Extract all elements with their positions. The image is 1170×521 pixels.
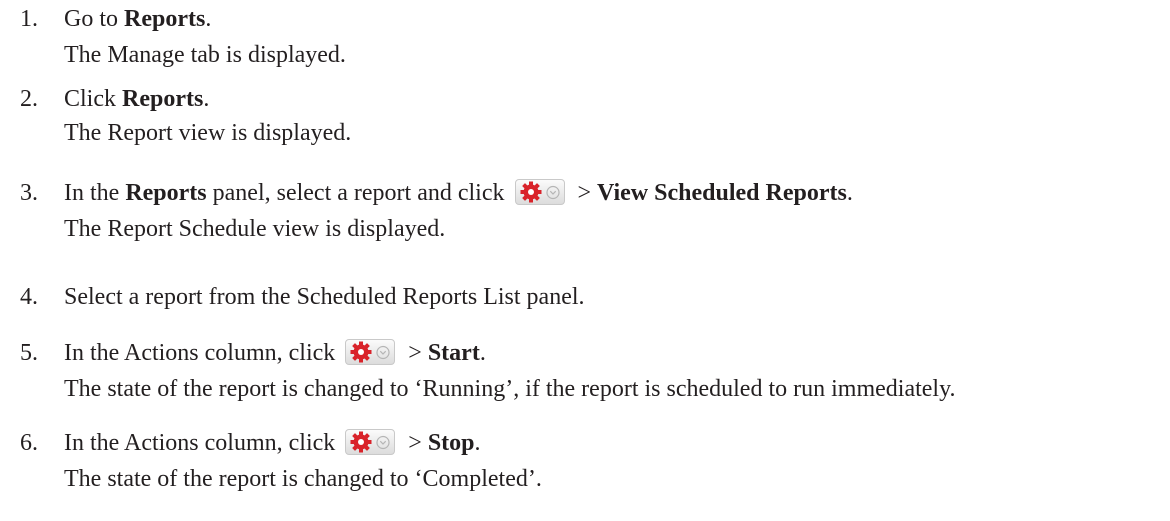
step-number: 4. [20,284,38,310]
step-number: 2. [20,86,38,112]
step-number: 6. [20,430,38,456]
step-2-result: The Report view is displayed. [64,120,352,146]
step-number: 5. [20,340,38,366]
step-6-instruction: 6. In the Actions column, click > Stop. [20,429,481,456]
actions-gear-dropdown-icon [345,339,396,365]
ui-term: Stop [427,430,475,456]
ui-term: View Scheduled Reports [597,180,847,206]
step-3-instruction: 3. In the Reports panel, select a report … [20,179,853,206]
actions-gear-dropdown-icon [345,429,396,455]
procedure-steps: 1. Go to Reports. The Manage tab is displ… [0,0,1170,521]
ui-term: Reports [124,6,206,32]
step-4-instruction: 4. Select a report from the Scheduled Rep… [20,284,585,310]
step-5-instruction: 5. In the Actions column, click > Start. [20,339,486,366]
ui-term: Reports [122,86,204,112]
step-3-result: The Report Schedule view is displayed. [64,216,446,242]
step-2-instruction: 2. Click Reports. [20,86,210,112]
ui-term: Start [427,340,480,366]
ui-term: Reports [125,180,207,206]
actions-gear-dropdown-icon [514,179,565,205]
step-number: 3. [20,180,38,206]
step-6-result: The state of the report is changed to ‘C… [64,466,542,492]
step-1-instruction: 1. Go to Reports. [20,6,212,32]
step-5-result: The state of the report is changed to ‘R… [64,376,956,402]
step-number: 1. [20,6,38,32]
step-1-result: The Manage tab is displayed. [64,42,346,68]
